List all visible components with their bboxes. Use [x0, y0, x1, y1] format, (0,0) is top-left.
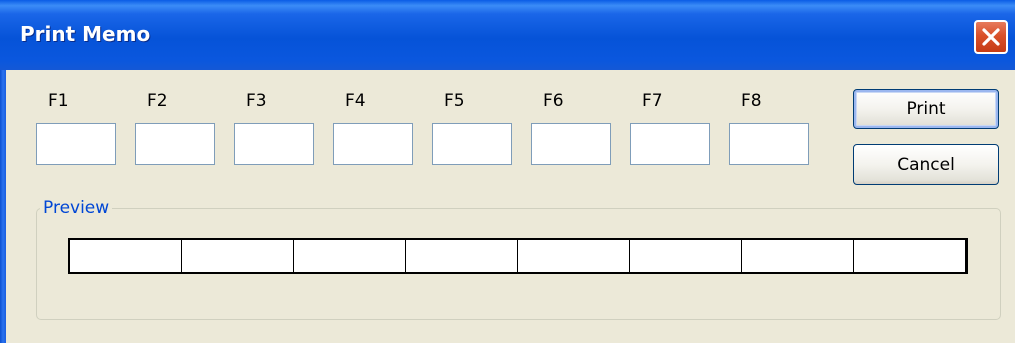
field-input-f4[interactable] [333, 123, 413, 165]
field-label-f7: F7 [642, 91, 663, 111]
title-bar[interactable]: Print Memo [0, 0, 1015, 70]
preview-cell-2 [181, 240, 293, 272]
close-icon [982, 28, 1000, 46]
field-input-f7[interactable] [630, 123, 710, 165]
print-button[interactable]: Print [853, 89, 999, 129]
field-label-f6: F6 [543, 91, 564, 111]
preview-cell-7 [741, 240, 853, 272]
print-memo-dialog: Print Memo F1 F2 F3 F4 F5 F6 F7 F8 Print… [0, 0, 1015, 343]
cancel-button-label: Cancel [897, 154, 955, 175]
preview-cell-1 [70, 240, 181, 272]
preview-cell-4 [405, 240, 517, 272]
field-input-f1[interactable] [36, 123, 116, 165]
field-label-f1: F1 [48, 91, 69, 111]
field-label-f4: F4 [345, 91, 366, 111]
field-label-f2: F2 [147, 91, 168, 111]
preview-strip [68, 238, 968, 274]
preview-cell-8 [853, 240, 965, 272]
preview-cell-3 [293, 240, 405, 272]
window-frame-left [0, 70, 6, 343]
print-button-label: Print [906, 99, 946, 119]
window-title: Print Memo [20, 22, 151, 46]
field-label-f3: F3 [246, 91, 267, 111]
field-input-f6[interactable] [531, 123, 611, 165]
field-input-f3[interactable] [234, 123, 314, 165]
preview-group-label: Preview [40, 198, 113, 218]
close-button[interactable] [974, 20, 1008, 54]
cancel-button[interactable]: Cancel [853, 144, 999, 185]
field-input-f2[interactable] [135, 123, 215, 165]
field-label-f8: F8 [741, 91, 762, 111]
field-label-f5: F5 [444, 91, 465, 111]
field-input-f8[interactable] [729, 123, 809, 165]
preview-cell-5 [517, 240, 629, 272]
preview-cell-6 [629, 240, 741, 272]
field-input-f5[interactable] [432, 123, 512, 165]
